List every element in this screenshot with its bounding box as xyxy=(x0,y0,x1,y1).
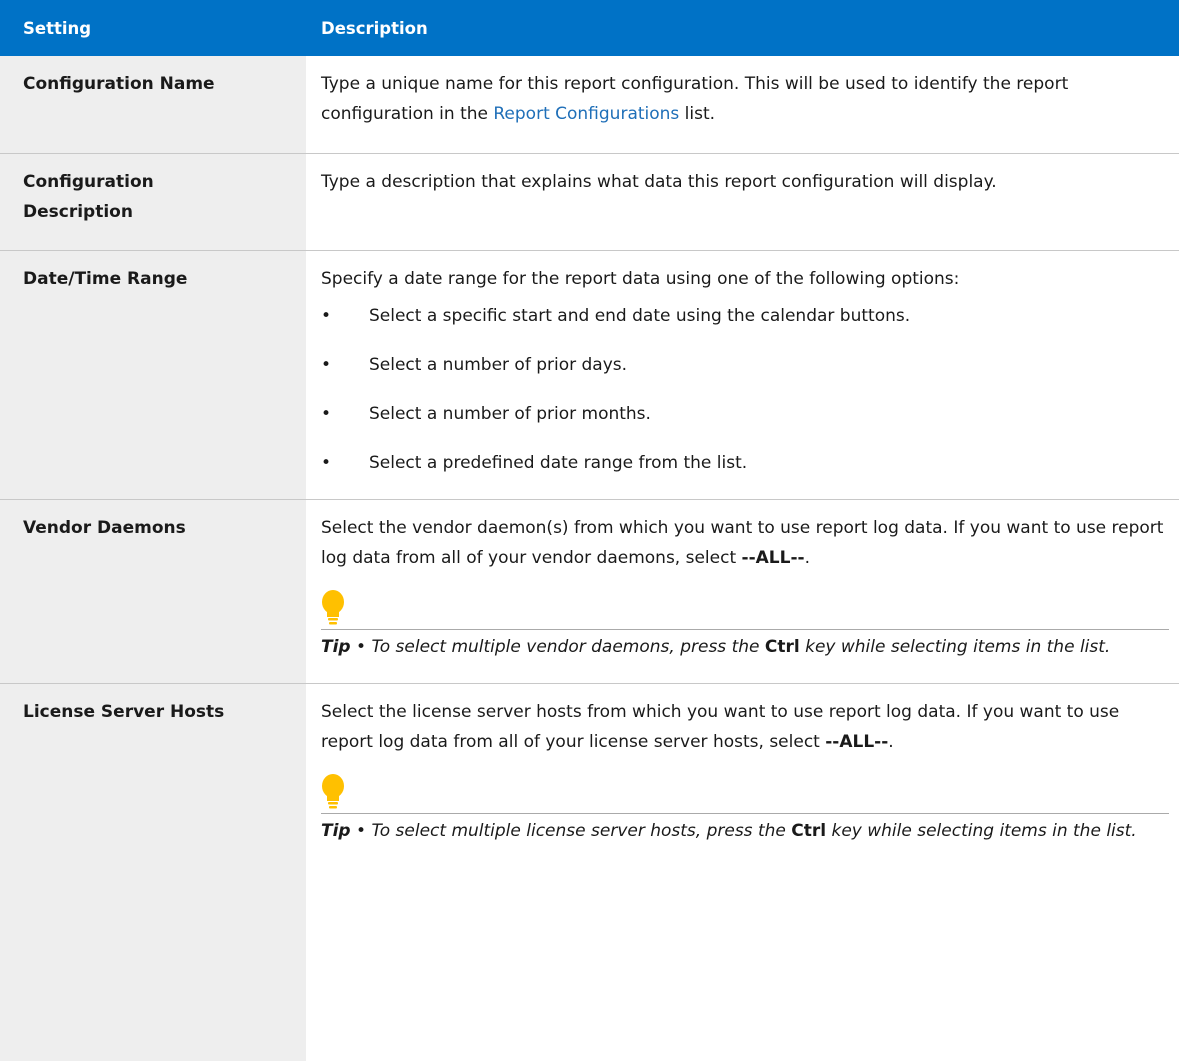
tip-separator: • xyxy=(350,636,372,657)
bullet-icon: • xyxy=(321,305,332,326)
table-row: License Server Hosts Select the license … xyxy=(0,683,1179,1061)
table-row: Configuration Description Type a descript… xyxy=(0,153,1179,251)
setting-label-line: Configuration xyxy=(23,171,154,192)
description-text: Type a unique name for this report confi… xyxy=(321,69,1169,129)
setting-label: License Server Hosts xyxy=(23,701,225,722)
description-text-part: Select the license server hosts from whi… xyxy=(321,701,1120,752)
setting-cell: Date/Time Range xyxy=(0,250,306,500)
description-text-part: . xyxy=(888,731,894,752)
setting-label: Vendor Daemons xyxy=(23,517,186,538)
tip-text-part: To select multiple license server hosts,… xyxy=(371,820,792,841)
bullet-icon: • xyxy=(321,452,332,473)
table-row: Configuration Name Type a unique name fo… xyxy=(0,56,1179,154)
table-row: Date/Time Range Specify a date range for… xyxy=(0,250,1179,500)
setting-cell: Configuration Description xyxy=(0,153,306,251)
ctrl-key: Ctrl xyxy=(791,820,827,841)
all-keyword: --ALL-- xyxy=(825,731,889,752)
tip-separator: • xyxy=(350,820,372,841)
list-item-text: Select a number of prior months. xyxy=(369,403,651,424)
tip-text: Tip • To select multiple license server … xyxy=(321,816,1169,846)
tip-text-part: To select multiple vendor daemons, press… xyxy=(371,636,765,657)
settings-table: Setting Description Configuration Name T… xyxy=(0,0,1179,1061)
setting-cell: Configuration Name xyxy=(0,56,306,154)
tip-text-part: key while selecting items in the list. xyxy=(799,636,1111,657)
description-cell: Select the license server hosts from whi… xyxy=(306,683,1179,1061)
setting-cell: Vendor Daemons xyxy=(0,499,306,684)
tip-text: Tip • To select multiple vendor daemons,… xyxy=(321,632,1169,662)
table-header-row: Setting Description xyxy=(0,0,1179,56)
list-item: • Select a predefined date range from the… xyxy=(321,448,1169,478)
bullet-icon: • xyxy=(321,354,332,375)
list-item: • Select a number of prior months. xyxy=(321,399,1169,429)
list-item: • Select a number of prior days. xyxy=(321,350,1169,380)
tip-label: Tip xyxy=(321,820,351,841)
description-cell: Specify a date range for the report data… xyxy=(306,250,1179,500)
setting-label-line: Description xyxy=(23,201,133,222)
tip-divider xyxy=(321,812,1169,814)
list-item: • Select a specific start and end date us… xyxy=(321,301,1169,331)
tip-divider xyxy=(321,628,1169,630)
header-setting: Setting xyxy=(0,0,306,56)
table-row: Vendor Daemons Select the vendor daemon(… xyxy=(0,499,1179,684)
setting-label: Date/Time Range xyxy=(23,268,188,289)
list-item-text: Select a predefined date range from the … xyxy=(369,452,748,473)
description-text: Select the vendor daemon(s) from which y… xyxy=(321,513,1169,573)
tip-box: Tip • To select multiple vendor daemons,… xyxy=(321,589,1169,662)
description-text-part: . xyxy=(804,547,810,568)
setting-cell: License Server Hosts xyxy=(0,683,306,1061)
list-item-text: Select a number of prior days. xyxy=(369,354,628,375)
tip-box: Tip • To select multiple license server … xyxy=(321,773,1169,846)
report-configurations-link[interactable]: Report Configurations xyxy=(493,104,679,124)
header-description: Description xyxy=(306,0,1179,56)
tip-label: Tip xyxy=(321,636,351,657)
description-cell: Select the vendor daemon(s) from which y… xyxy=(306,499,1179,684)
bullet-icon: • xyxy=(321,403,332,424)
setting-label: Configuration Description xyxy=(23,172,154,222)
lightbulb-icon xyxy=(322,773,344,808)
lightbulb-icon xyxy=(322,589,344,624)
list-item-text: Select a specific start and end date usi… xyxy=(369,305,911,326)
description-text: Type a description that explains what da… xyxy=(321,171,997,192)
description-text-part: list. xyxy=(679,104,716,124)
description-text: Select the license server hosts from whi… xyxy=(321,697,1169,757)
options-list: • Select a specific start and end date us… xyxy=(321,301,1169,478)
description-cell: Type a description that explains what da… xyxy=(306,153,1179,251)
setting-label: Configuration Name xyxy=(23,74,215,94)
tip-text-part: key while selecting items in the list. xyxy=(826,820,1137,841)
description-text: Specify a date range for the report data… xyxy=(321,268,960,289)
ctrl-key: Ctrl xyxy=(764,636,800,657)
description-cell: Type a unique name for this report confi… xyxy=(306,56,1179,154)
all-keyword: --ALL-- xyxy=(741,547,805,568)
